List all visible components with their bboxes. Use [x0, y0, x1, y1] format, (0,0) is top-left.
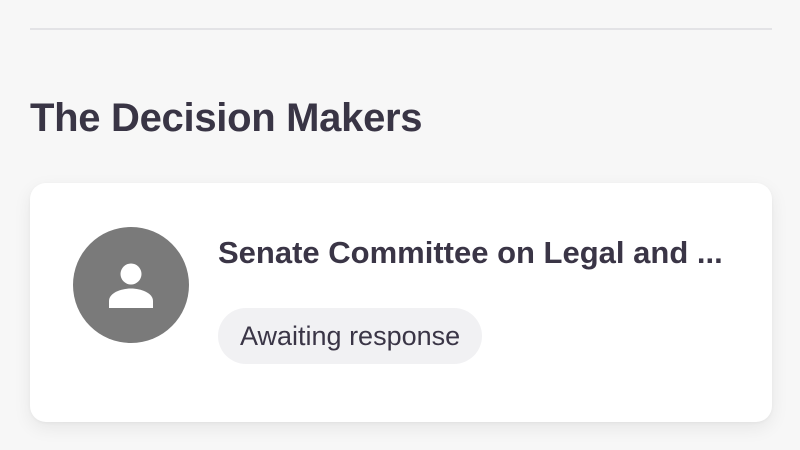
avatar: [73, 227, 189, 343]
status-badge: Awaiting response: [218, 308, 483, 364]
decision-maker-name[interactable]: Senate Committee on Legal and ...: [218, 233, 748, 273]
decision-maker-card[interactable]: Senate Committee on Legal and ... Awaiti…: [30, 183, 772, 422]
person-icon: [109, 263, 153, 308]
section-title: The Decision Makers: [30, 96, 423, 140]
section-divider: [30, 28, 772, 30]
